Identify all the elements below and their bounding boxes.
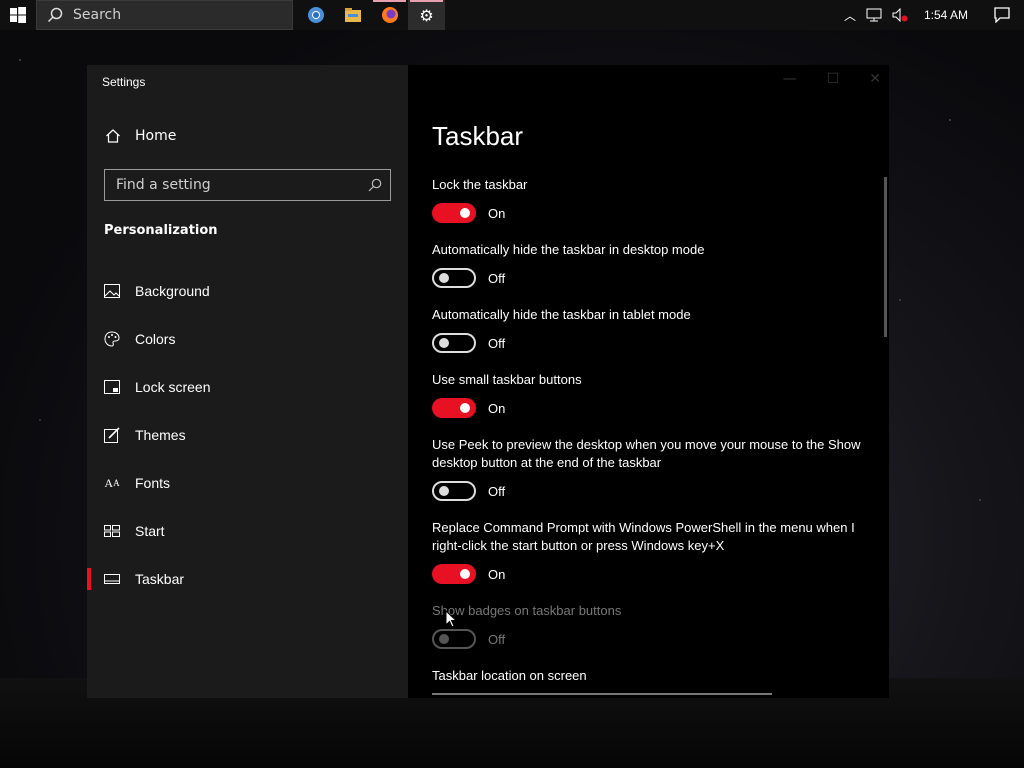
volume-muted-icon[interactable] xyxy=(892,8,908,22)
sidebar-item-label: Taskbar xyxy=(135,571,185,587)
setting-small-buttons: Use small taskbar buttons On xyxy=(432,371,872,419)
palette-icon xyxy=(104,331,120,347)
settings-content: — ☐ ✕ Taskbar Lock the taskbar On Automa… xyxy=(408,65,889,698)
powershell-toggle[interactable] xyxy=(432,564,476,584)
mouse-cursor-icon xyxy=(445,610,457,628)
setting-powershell: Replace Command Prompt with Windows Powe… xyxy=(432,519,872,585)
active-indicator xyxy=(373,0,406,2)
small-buttons-toggle[interactable] xyxy=(432,398,476,418)
autohide-desktop-toggle[interactable] xyxy=(432,268,476,288)
section-label: Personalization xyxy=(104,223,218,238)
font-icon: AA xyxy=(104,475,120,490)
chrome-icon xyxy=(307,7,324,23)
setting-label: Use Peek to preview the desktop when you… xyxy=(432,437,861,470)
setting-location: Taskbar location on screen xyxy=(432,667,872,698)
setting-label: Replace Command Prompt with Windows Powe… xyxy=(432,520,855,553)
sidebar-item-background[interactable]: Background xyxy=(87,267,408,315)
taskbar-search-box[interactable]: Search xyxy=(36,0,293,30)
home-nav-item[interactable]: Home xyxy=(105,128,176,144)
firefox-icon xyxy=(381,7,398,23)
sidebar-item-fonts[interactable]: AA Fonts xyxy=(87,459,408,507)
personalization-nav: Background Colors Lock screen Themes A A… xyxy=(87,267,408,603)
network-icon[interactable] xyxy=(866,8,882,22)
taskbar: Search ⚙ ︿ 1:54 AM xyxy=(0,0,1024,30)
close-icon[interactable]: ✕ xyxy=(869,71,881,87)
windows-logo-icon xyxy=(10,7,26,23)
active-indicator xyxy=(410,0,443,2)
chevron-up-icon[interactable]: ︿ xyxy=(844,7,856,24)
taskbar-clock[interactable]: 1:54 AM xyxy=(924,8,968,22)
taskbar-app-firefox[interactable] xyxy=(371,0,408,30)
search-icon xyxy=(47,7,63,23)
start-button[interactable] xyxy=(0,0,36,30)
sidebar-item-label: Fonts xyxy=(135,475,171,491)
peek-toggle[interactable] xyxy=(432,481,476,501)
maximize-icon[interactable]: ☐ xyxy=(827,71,840,87)
brush-icon xyxy=(104,427,120,443)
setting-label: Show badges on taskbar buttons xyxy=(432,603,622,618)
settings-window: Settings Home Personalization Background xyxy=(87,65,889,698)
setting-badges: Show badges on taskbar buttons Off xyxy=(432,602,872,650)
taskbar-location-dropdown[interactable] xyxy=(432,693,772,698)
taskbar-app-file-explorer[interactable] xyxy=(334,0,371,30)
lock-taskbar-toggle[interactable] xyxy=(432,203,476,223)
setting-label: Use small taskbar buttons xyxy=(432,372,582,387)
sidebar-item-label: Lock screen xyxy=(135,379,211,395)
setting-label: Automatically hide the taskbar in tablet… xyxy=(432,307,691,322)
lock-screen-icon xyxy=(104,379,120,395)
find-setting-input[interactable] xyxy=(116,177,356,193)
toggle-state: On xyxy=(488,400,506,416)
home-icon xyxy=(106,129,120,143)
badges-toggle xyxy=(432,629,476,649)
window-caption-buttons: — ☐ ✕ xyxy=(783,71,881,87)
setting-label: Taskbar location on screen xyxy=(432,668,587,683)
window-title: Settings xyxy=(102,75,146,89)
sidebar-item-lock-screen[interactable]: Lock screen xyxy=(87,363,408,411)
sidebar-item-taskbar[interactable]: Taskbar xyxy=(87,555,408,603)
toggle-state: On xyxy=(488,566,506,582)
toggle-state: Off xyxy=(488,483,506,499)
sidebar-item-label: Themes xyxy=(135,427,186,443)
taskbar-settings-list: Lock the taskbar On Automatically hide t… xyxy=(432,176,872,698)
scrollbar[interactable] xyxy=(884,177,887,337)
toggle-state: On xyxy=(488,205,506,221)
sidebar-item-start[interactable]: Start xyxy=(87,507,408,555)
setting-label: Automatically hide the taskbar in deskto… xyxy=(432,242,705,257)
taskbar-icon xyxy=(104,571,120,587)
setting-autohide-tablet: Automatically hide the taskbar in tablet… xyxy=(432,306,872,354)
file-explorer-icon xyxy=(344,8,361,22)
toggle-state: Off xyxy=(488,631,506,647)
action-center-icon[interactable] xyxy=(994,7,1010,23)
setting-lock-taskbar: Lock the taskbar On xyxy=(432,176,872,224)
sidebar-item-label: Start xyxy=(135,523,165,539)
settings-gear-icon: ⚙ xyxy=(419,5,434,25)
autohide-tablet-toggle[interactable] xyxy=(432,333,476,353)
system-tray: ︿ 1:54 AM xyxy=(844,0,1024,30)
search-placeholder: Search xyxy=(73,7,122,23)
sidebar-item-themes[interactable]: Themes xyxy=(87,411,408,459)
sidebar-item-colors[interactable]: Colors xyxy=(87,315,408,363)
image-icon xyxy=(104,283,120,299)
setting-label: Lock the taskbar xyxy=(432,177,528,192)
search-icon xyxy=(368,178,382,192)
sidebar-item-label: Background xyxy=(135,283,210,299)
toggle-state: Off xyxy=(488,335,506,351)
home-label: Home xyxy=(135,128,177,144)
taskbar-app-settings[interactable]: ⚙ xyxy=(408,0,445,30)
page-title: Taskbar xyxy=(432,121,524,151)
find-setting-box[interactable] xyxy=(104,169,391,201)
minimize-icon[interactable]: — xyxy=(783,71,797,87)
taskbar-app-chrome[interactable] xyxy=(297,0,334,30)
sidebar-item-label: Colors xyxy=(135,331,176,347)
setting-peek: Use Peek to preview the desktop when you… xyxy=(432,436,872,502)
toggle-state: Off xyxy=(488,270,506,286)
start-icon xyxy=(104,523,120,539)
setting-autohide-desktop: Automatically hide the taskbar in deskto… xyxy=(432,241,872,289)
settings-sidebar: Settings Home Personalization Background xyxy=(87,65,408,698)
